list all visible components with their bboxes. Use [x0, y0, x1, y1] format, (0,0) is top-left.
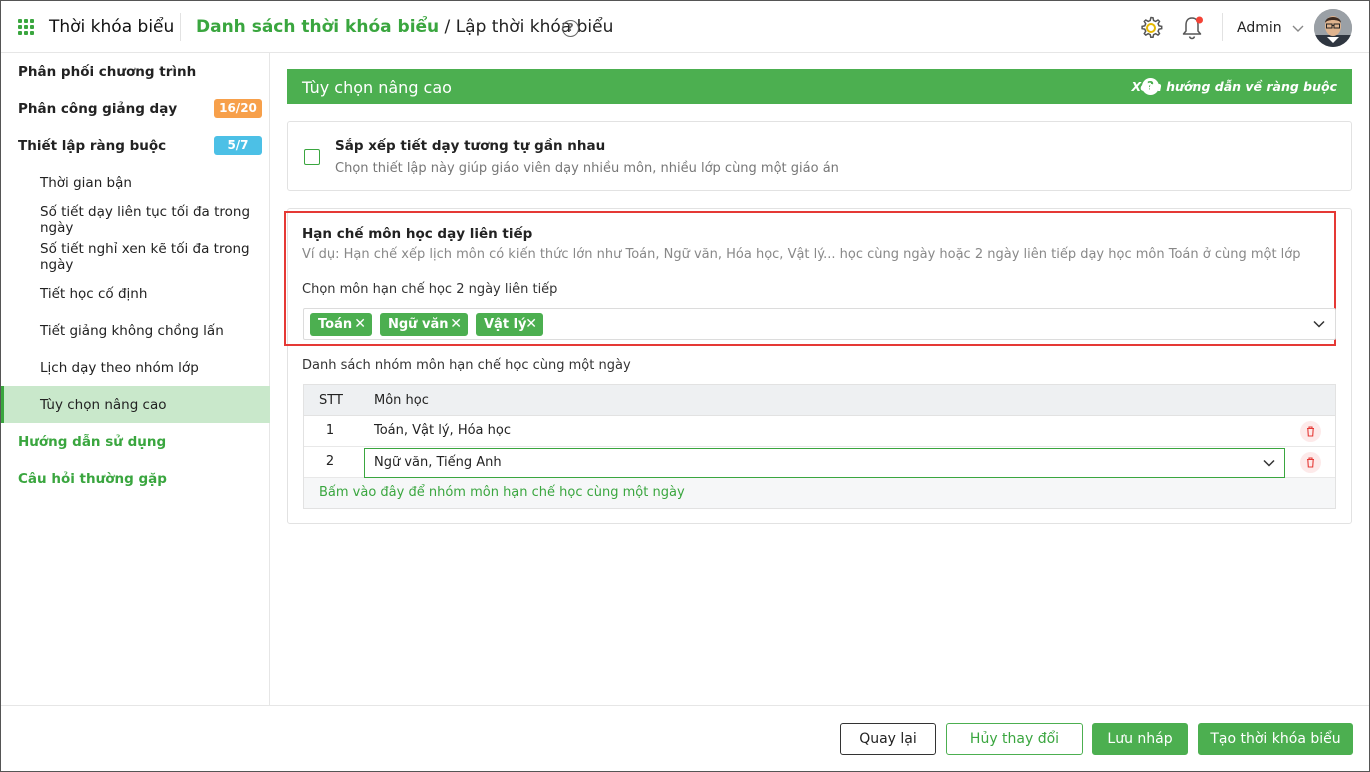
tag-chip: Vật lý ✕ — [476, 313, 543, 336]
status-badge: 16/20 — [214, 99, 262, 118]
section-header: Tùy chọn nâng cao ? Xem hướng dẫn về ràn… — [287, 69, 1352, 104]
section-title: Tùy chọn nâng cao — [302, 78, 452, 97]
main-content: Tùy chọn nâng cao ? Xem hướng dẫn về ràn… — [271, 53, 1369, 705]
subject-multiselect[interactable]: Toán ✕ Ngữ văn ✕ Vật lý ✕ — [303, 308, 1336, 340]
sidebar-item-class-group-schedule[interactable]: Lịch dạy theo nhóm lớp — [1, 349, 270, 386]
header-divider-right — [1222, 13, 1223, 41]
gear-icon[interactable] — [1138, 15, 1164, 41]
avatar[interactable] — [1314, 9, 1352, 47]
table-row: 2 Ngữ văn, Tiếng Anh — [304, 447, 1335, 478]
trash-icon — [1307, 457, 1314, 468]
sidebar-item-label: Thiết lập ràng buộc — [18, 137, 167, 154]
delete-row-button[interactable] — [1300, 452, 1321, 473]
sidebar: Phân phối chương trình Phân công giảng d… — [1, 53, 270, 705]
chevron-down-icon[interactable] — [1291, 21, 1305, 35]
footer-actions: Quay lại Hủy thay đổi Lưu nháp Tạo thời … — [1, 705, 1369, 771]
sidebar-item-label: Tiết giảng không chồng lấn — [40, 322, 224, 339]
row-subjects[interactable]: Toán, Vật lý, Hóa học — [374, 423, 511, 438]
add-subject-group-link[interactable]: Bấm vào đây để nhóm môn hạn chế học cùng… — [319, 485, 685, 500]
option-description: Ví dụ: Hạn chế xếp lịch môn có kiến thức… — [302, 247, 1301, 262]
sidebar-item-fixed-periods[interactable]: Tiết học cố định — [1, 275, 270, 312]
sidebar-item-constraint-setup[interactable]: Thiết lập ràng buộc 5/7 — [1, 127, 270, 164]
status-badge: 5/7 — [214, 136, 262, 155]
sidebar-item-label: Lịch dạy theo nhóm lớp — [40, 359, 199, 376]
sidebar-item-non-overlapping-periods[interactable]: Tiết giảng không chồng lấn — [1, 312, 270, 349]
sidebar-item-user-guide[interactable]: Hướng dẫn sử dụng — [1, 423, 270, 460]
create-timetable-button[interactable]: Tạo thời khóa biểu — [1198, 723, 1353, 755]
apps-grid-icon[interactable] — [18, 19, 34, 35]
app-title: Thời khóa biểu — [49, 17, 175, 37]
save-draft-button[interactable]: Lưu nháp — [1092, 723, 1188, 755]
sidebar-item-label: Tùy chọn nâng cao — [40, 396, 167, 413]
option-similar-periods-card: Sắp xếp tiết dạy tương tự gần nhau Chọn … — [287, 121, 1352, 191]
option-title: Hạn chế môn học dạy liên tiếp — [302, 226, 533, 242]
notification-bell-icon[interactable] — [1179, 14, 1205, 42]
row-number: 2 — [325, 454, 335, 469]
table-header: STT Môn học — [304, 385, 1335, 416]
breadcrumb-current: Lập thời khóa biểu — [455, 17, 614, 37]
field-label: Chọn môn hạn chế học 2 ngày liên tiếp — [302, 282, 558, 297]
table-row: 1 Toán, Vật lý, Hóa học — [304, 416, 1335, 447]
subject-group-table: STT Môn học 1 Toán, Vật lý, Hóa học 2 Ng… — [303, 384, 1336, 509]
option-description: Chọn thiết lập này giúp giáo viên dạy nh… — [335, 161, 839, 176]
sidebar-item-label: Phân công giảng dạy — [18, 100, 178, 117]
sidebar-item-faq[interactable]: Câu hỏi thường gặp — [1, 460, 270, 497]
sidebar-item-advanced-options[interactable]: Tùy chọn nâng cao — [1, 386, 270, 423]
user-name[interactable]: Admin — [1237, 20, 1282, 36]
sidebar-item-label: Thời gian bận — [40, 174, 132, 191]
row-number: 1 — [325, 423, 335, 438]
cancel-changes-button[interactable]: Hủy thay đổi — [946, 723, 1083, 755]
add-group-row: Bấm vào đây để nhóm môn hạn chế học cùng… — [304, 478, 1335, 508]
constraint-guide-link[interactable]: Xem hướng dẫn về ràng buộc — [1131, 79, 1337, 94]
tag-chip: Toán ✕ — [310, 313, 372, 336]
field-label: Danh sách nhóm môn hạn chế học cùng một … — [302, 358, 631, 373]
select-value: Ngữ văn, Tiếng Anh — [374, 455, 502, 470]
notification-dot — [1196, 16, 1203, 24]
option-title: Sắp xếp tiết dạy tương tự gần nhau — [335, 138, 606, 154]
sidebar-item-label: Số tiết nghỉ xen kẽ tối đa trong ngày — [40, 240, 250, 273]
breadcrumb-separator: / — [439, 17, 456, 37]
chevron-down-icon[interactable] — [1313, 318, 1325, 330]
sidebar-item-program-distribution[interactable]: Phân phối chương trình — [1, 53, 270, 90]
close-icon[interactable]: ✕ — [525, 313, 537, 336]
sidebar-item-label: Hướng dẫn sử dụng — [18, 433, 167, 450]
similar-periods-checkbox[interactable] — [304, 149, 320, 165]
chevron-down-icon[interactable] — [1263, 457, 1275, 469]
sidebar-item-max-interleaved-breaks[interactable]: Số tiết nghỉ xen kẽ tối đa trong ngày — [1, 238, 270, 275]
tag-label: Ngữ văn — [388, 317, 449, 332]
delete-row-button[interactable] — [1300, 421, 1321, 442]
breadcrumb: Danh sách thời khóa biểu / Lập thời khóa… — [196, 17, 613, 37]
close-icon[interactable]: ✕ — [354, 313, 366, 336]
column-header-subject: Môn học — [374, 393, 429, 408]
breadcrumb-link-timetable-list[interactable]: Danh sách thời khóa biểu — [196, 17, 439, 37]
close-icon[interactable]: ✕ — [450, 313, 462, 336]
subject-group-select[interactable]: Ngữ văn, Tiếng Anh — [364, 448, 1285, 478]
sidebar-item-max-consecutive-periods[interactable]: Số tiết dạy liên tục tối đa trong ngày — [1, 201, 270, 238]
column-header-stt: STT — [319, 393, 343, 408]
help-icon[interactable]: ? — [562, 20, 579, 37]
sidebar-item-label: Câu hỏi thường gặp — [18, 470, 167, 487]
header-divider — [180, 13, 181, 41]
tag-chip: Ngữ văn ✕ — [380, 313, 468, 336]
sidebar-item-label: Số tiết dạy liên tục tối đa trong ngày — [40, 203, 251, 236]
sidebar-item-teaching-assignment[interactable]: Phân công giảng dạy 16/20 — [1, 90, 270, 127]
tag-label: Vật lý — [484, 317, 527, 332]
top-header: Thời khóa biểu Danh sách thời khóa biểu … — [1, 1, 1369, 53]
sidebar-item-label: Tiết học cố định — [40, 285, 148, 302]
tag-label: Toán — [318, 317, 353, 332]
back-button[interactable]: Quay lại — [840, 723, 936, 755]
sidebar-item-busy-time[interactable]: Thời gian bận — [1, 164, 270, 201]
sidebar-item-label: Phân phối chương trình — [18, 63, 197, 80]
trash-icon — [1307, 426, 1314, 437]
